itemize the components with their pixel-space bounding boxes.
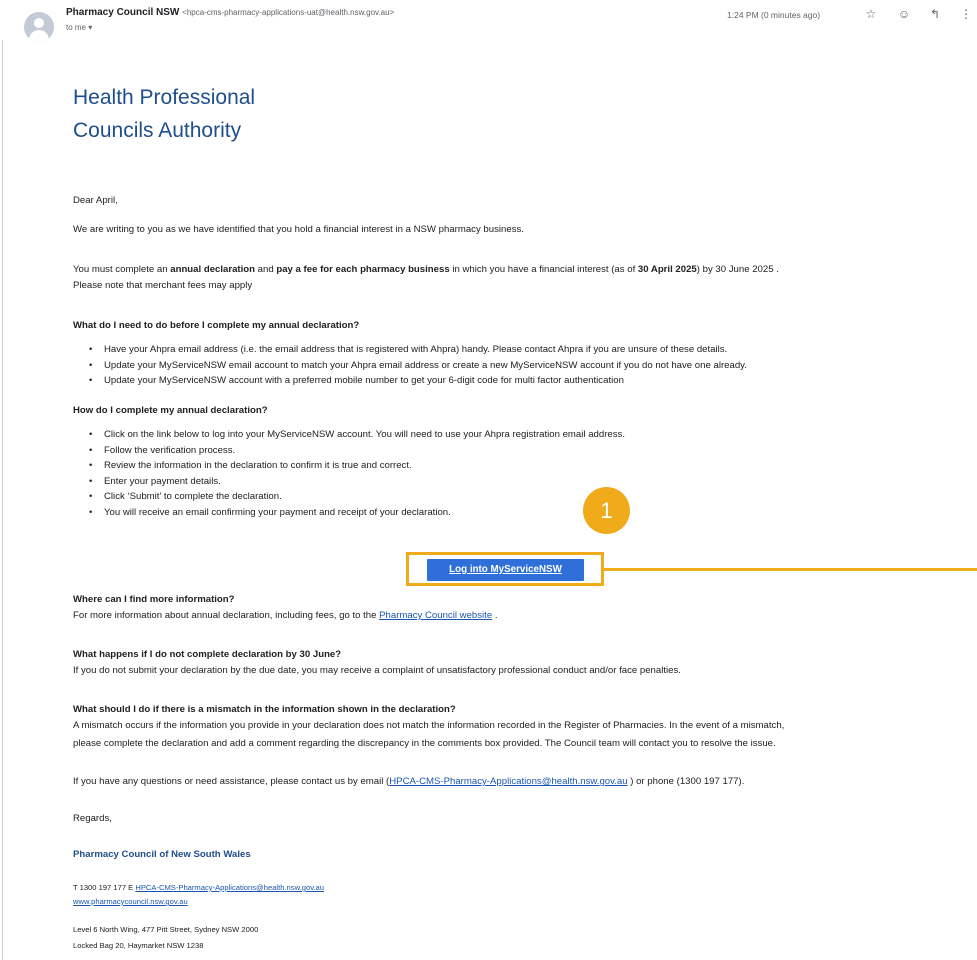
list-item: Follow the verification process. [88,445,625,461]
signature-org: Pharmacy Council of New South Wales [73,849,251,860]
signature-phone: T 1300 197 177 E [73,883,136,892]
pharmacy-council-website-link[interactable]: Pharmacy Council website [379,610,492,621]
must-bold-3: 30 April 2025 [637,264,697,275]
list-item: You will receive an email confirming you… [88,507,625,523]
timestamp: 1:24 PM (0 minutes ago) [727,10,821,20]
more-icon[interactable]: ⋮ [958,7,974,21]
how-heading: How do I complete my annual declaration? [73,405,268,416]
contact-paragraph: If you have any questions or need assist… [73,776,744,787]
list-item: Enter your payment details. [88,476,625,492]
logo-line-2: Councils Authority [73,119,242,142]
list-item: Click on the link below to log into your… [88,429,625,445]
intro-paragraph: We are writing to you as we have identif… [73,224,524,235]
before-list: Have your Ahpra email address (i.e. the … [88,344,747,391]
sender-email: <hpca-cms-pharmacy-applications-uat@heal… [182,8,395,17]
late-heading: What happens if I do not complete declar… [73,649,342,660]
mismatch-text-1: A mismatch occurs if the information you… [73,720,785,731]
how-list: Click on the link below to log into your… [88,429,625,522]
declaration-requirement: You must complete an annual declaration … [73,264,779,275]
regards: Regards, [73,813,112,824]
step-number-badge: 1 [583,487,630,534]
mismatch-text-2: please complete the declaration and add … [73,738,776,749]
recipient-dropdown[interactable]: to me ▾ [66,23,92,32]
logo-line-1: Health Professional [73,86,256,109]
avatar-body [29,30,49,42]
address-line-2: Locked Bag 20, Haymarket NSW 1238 [73,941,204,950]
more-info-body: For more information about annual declar… [73,610,380,621]
list-item: Have your Ahpra email address (i.e. the … [88,344,747,360]
signature-contact: T 1300 197 177 E HPCA-CMS-Pharmacy-Appli… [73,883,324,892]
signature-email-link[interactable]: HPCA-CMS-Pharmacy-Applications@health.ns… [135,883,324,892]
avatar-head [34,18,44,28]
late-text: If you do not submit your declaration by… [73,665,681,676]
left-border [2,40,3,960]
sender-line: Pharmacy Council NSW <hpca-cms-pharmacy-… [66,7,394,18]
contact-text-2: ) or phone (1300 197 177). [627,776,745,787]
mismatch-heading: What should I do if there is a mismatch … [73,704,456,715]
star-icon[interactable]: ☆ [863,7,879,21]
reply-icon[interactable]: ↰ [927,7,943,21]
hpca-logo: Health Professional Councils Authority [73,81,255,147]
signature-website-link[interactable]: www.pharmacycouncil.nsw.gov.au [73,897,188,906]
list-item: Click ‘Submit’ to complete the declarati… [88,491,625,507]
must-text-2: and [255,264,277,275]
must-text-4: ) by 30 June 2025 . [696,264,779,275]
greeting: Dear April, [73,195,118,206]
contact-text-1: If you have any questions or need assist… [73,776,390,787]
must-bold-1: annual declaration [170,264,256,275]
before-heading: What do I need to do before I complete m… [73,320,360,331]
more-info-heading: Where can I find more information? [73,594,235,605]
must-text-3: in which you have a financial interest (… [449,264,638,275]
more-info-end: . [492,610,498,621]
must-bold-2: pay a fee for each pharmacy business [276,264,450,275]
contact-email-link[interactable]: HPCA-CMS-Pharmacy-Applications@health.ns… [389,776,627,787]
email-view: Pharmacy Council NSW <hpca-cms-pharmacy-… [0,0,977,960]
list-item: Update your MyServiceNSW account with a … [88,375,747,391]
more-info-text: For more information about annual declar… [73,610,498,621]
sender-name[interactable]: Pharmacy Council NSW [66,7,179,18]
emoji-icon[interactable]: ☺ [896,7,912,21]
login-myservicensw-button[interactable]: Log into MyServiceNSW [427,559,584,581]
callout-line [604,568,977,571]
sender-avatar[interactable] [24,12,54,42]
list-item: Update your MyServiceNSW email account t… [88,360,747,376]
address-line-1: Level 6 North Wing, 477 Pitt Street, Syd… [73,925,259,934]
must-text-1: You must complete an [73,264,171,275]
merchant-fee-note: Please note that merchant fees may apply [73,280,253,291]
list-item: Review the information in the declaratio… [88,460,625,476]
